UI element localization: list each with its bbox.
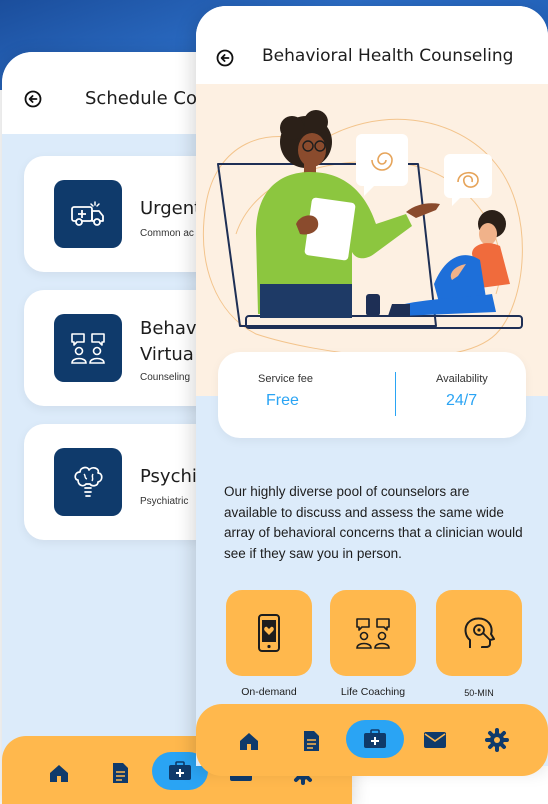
- counseling-screen: Behavioral Health Counseling Service fee…: [196, 6, 548, 766]
- availability-value: 24/7: [446, 392, 478, 409]
- feature-label: Life Coaching: [340, 686, 406, 698]
- feature-life-coaching[interactable]: [330, 590, 416, 676]
- bottom-nav: [196, 704, 548, 776]
- head-mind-icon: [464, 617, 495, 648]
- service-fee-label: Service fee: [258, 373, 314, 385]
- feature-on-demand[interactable]: [226, 590, 312, 676]
- back-arrow-icon[interactable]: [24, 90, 42, 108]
- service-subtitle: Counseling: [140, 372, 191, 383]
- info-divider: [395, 372, 396, 416]
- document-icon[interactable]: [298, 728, 324, 754]
- availability-label: Availability: [436, 373, 488, 385]
- home-icon[interactable]: [46, 760, 72, 786]
- brain-icon: [54, 448, 122, 516]
- counseling-illustration: [202, 110, 523, 358]
- feature-label: 50-MIN: [464, 688, 494, 698]
- people-chat-icon: [356, 618, 390, 649]
- service-info-card: Service fee Free Availability 24/7: [218, 352, 526, 438]
- service-subtitle: Psychiatric: [140, 496, 189, 507]
- feature-label: On-demand: [241, 686, 297, 698]
- service-title: Psychi: [140, 466, 197, 487]
- people-chat-icon: [54, 314, 122, 382]
- document-icon[interactable]: [107, 760, 133, 786]
- service-title-line2: Virtua: [140, 344, 194, 365]
- gear-icon[interactable]: [484, 727, 510, 753]
- page-title: Behavioral Health Counseling: [262, 46, 514, 66]
- home-icon[interactable]: [236, 728, 262, 754]
- service-fee-value: Free: [266, 392, 299, 409]
- medical-kit-icon[interactable]: [346, 720, 404, 758]
- service-description: Our highly diverse pool of counselors ar…: [224, 484, 523, 561]
- feature-50-min[interactable]: [436, 590, 522, 676]
- page-title: Schedule Cor: [85, 88, 205, 109]
- ambulance-icon: [54, 180, 122, 248]
- phone-heart-icon: [258, 614, 280, 652]
- service-subtitle: Common ac: [140, 228, 194, 239]
- back-arrow-icon[interactable]: [216, 49, 234, 67]
- service-title: Urgent: [140, 198, 202, 219]
- service-title-line1: Behav: [140, 318, 197, 339]
- hero-illustration: [196, 84, 548, 396]
- mail-icon[interactable]: [422, 727, 448, 753]
- counseling-header: Behavioral Health Counseling: [196, 6, 548, 84]
